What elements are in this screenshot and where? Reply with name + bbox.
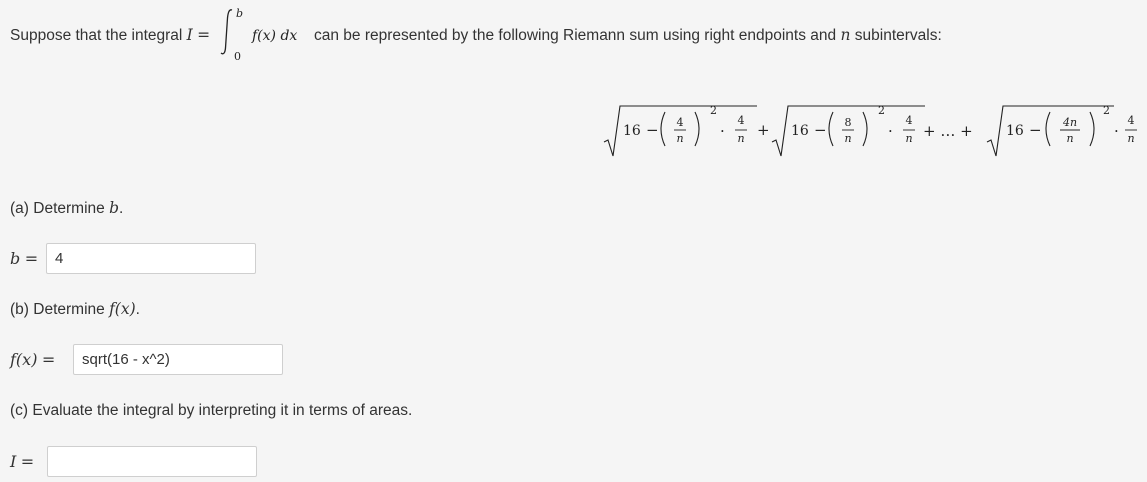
part-a-prompt: (a) Determine b. [10,199,123,218]
dot: · [888,122,893,140]
part-b-prompt-text: (b) Determine [10,301,105,318]
part-b-prompt-end: . [135,301,140,318]
part-a-label-var: b [10,249,21,268]
part-a-label: b = [10,249,38,269]
integrand: f(x) dx [251,28,297,44]
dx-denominator: n [737,132,744,145]
term-denominator: n [1066,132,1073,145]
integral-expression: b 0 f(x) dx [220,7,297,60]
question-suffix-text: can be represented by the following Riem… [314,27,837,44]
riemann-sum-expression: 16 − 4 n 2 · 4 n + 16 − 8 n 2 · 4 n + … … [603,104,1137,157]
sqrt-constant: 16 [623,123,641,139]
ellipsis: + … + [923,122,973,140]
part-a-label-eq: = [24,249,39,268]
question-suffix-end: subintervals: [854,27,942,44]
question-statement: Suppose that the integral I = [10,26,210,45]
answer-f-input[interactable] [73,344,283,375]
question-suffix: can be represented by the following Riem… [314,26,942,45]
minus-sign: − [646,121,659,139]
right-paren [862,111,868,147]
integral-upper-limit: b [236,7,243,20]
riemann-term-2: 16 − 8 n 2 · 4 n [771,104,925,157]
part-c-label-var: I [10,452,17,471]
integral-eq: = [197,26,211,44]
term-denominator: n [676,132,683,145]
dot: · [720,122,725,140]
minus-sign: − [1029,121,1042,139]
riemann-term-1: 16 − 4 n 2 · 4 n [603,104,757,157]
part-b-prompt: (b) Determine f(x). [10,300,140,319]
exponent: 2 [878,104,885,117]
dx-numerator: 4 [1128,114,1135,127]
part-a-prompt-text: (a) Determine [10,200,105,217]
sqrt-constant: 16 [1006,123,1024,139]
integral-lhs: I [186,26,193,44]
sqrt-constant: 16 [791,123,809,139]
minus-sign: − [814,121,827,139]
left-paren [660,111,666,147]
dx-numerator: 4 [906,114,913,127]
answer-integral-input[interactable] [47,446,257,477]
part-b-label-eq: = [41,350,56,369]
part-b-prompt-var: f(x) [109,300,136,318]
left-paren [1045,111,1051,147]
part-c-prompt: (c) Evaluate the integral by interpretin… [10,402,413,419]
part-b-label: f(x) = [10,350,55,370]
part-a-prompt-end: . [119,200,124,217]
dx-denominator: n [905,132,912,145]
right-paren [1089,111,1095,147]
left-paren [828,111,834,147]
riemann-term-n: 16 − 4n n 2 · 4 n [986,104,1137,157]
answer-b-input[interactable] [46,243,256,274]
term-numerator: 4 [677,116,684,129]
term-denominator: n [844,132,851,145]
term-numerator: 4n [1062,116,1077,129]
dx-numerator: 4 [738,114,745,127]
exponent: 2 [1103,104,1110,117]
part-c-label: I = [10,452,34,472]
exponent: 2 [710,104,717,117]
n-symbol: n [840,26,851,44]
part-c-label-eq: = [20,452,35,471]
dot: · [1114,122,1119,140]
part-a-prompt-var: b [109,199,119,217]
term-numerator: 8 [845,116,852,129]
question-prefix: Suppose that the integral [10,27,183,44]
integral-sign [220,9,233,55]
part-b-label-var: f(x) [10,350,38,369]
plus-sign: + [757,121,770,139]
integral-lower-limit: 0 [234,50,241,60]
dx-denominator: n [1127,132,1134,145]
right-paren [694,111,700,147]
